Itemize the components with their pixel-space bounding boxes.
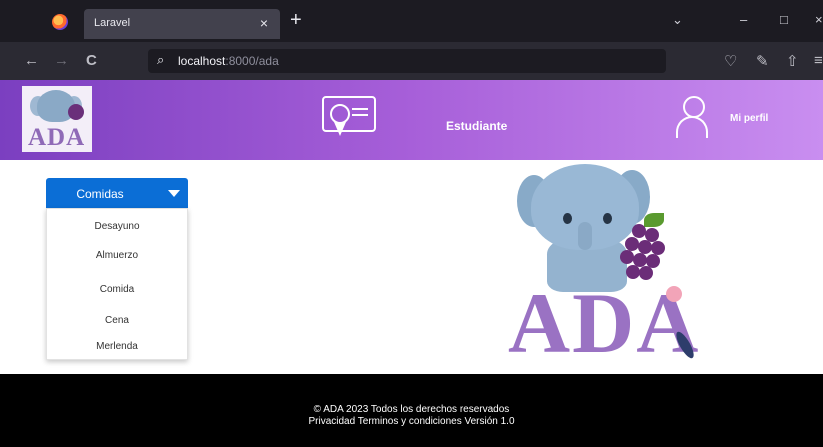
search-icon: ⌕ [157, 52, 165, 67]
tab-title: Laravel [94, 17, 131, 29]
grape [620, 250, 634, 264]
grape-leaf [644, 213, 664, 227]
dropdown-label: Comidas [76, 187, 124, 201]
menu-item-cena[interactable]: Cena [47, 315, 187, 326]
footer-copyright: © ADA 2023 Todos los derechos reservados [313, 404, 510, 415]
firefox-logo-icon [52, 14, 68, 30]
url-bar[interactable]: ⌕ localhost:8000/ada [148, 49, 666, 73]
minimize-icon[interactable]: – [740, 12, 747, 27]
tab-close-icon[interactable]: × [260, 15, 268, 31]
certificate-seal [330, 104, 350, 124]
grape [638, 240, 652, 254]
close-window-icon[interactable]: × [815, 12, 823, 27]
maximize-icon[interactable]: □ [780, 12, 788, 27]
certificate-line [352, 108, 368, 110]
tools-icon[interactable]: ✎ [756, 52, 769, 70]
user-head-icon[interactable] [683, 96, 705, 118]
menu-item-merlenda[interactable]: Merlenda [47, 341, 187, 352]
mi-perfil-link[interactable]: Mi perfil [730, 113, 768, 124]
menu-item-comida[interactable]: Comida [47, 284, 187, 295]
new-tab-icon[interactable]: + [290, 9, 302, 32]
tab-list-icon[interactable]: ⌄ [672, 12, 683, 28]
elephant-trunk [578, 222, 592, 250]
logo-grape-icon [68, 104, 84, 120]
pocket-icon[interactable]: ♡ [724, 52, 737, 70]
browser-tabstrip: Laravel × + ⌄ – □ × [0, 0, 823, 42]
menu-item-almuerzo[interactable]: Almuerzo [47, 250, 187, 261]
grape [625, 237, 639, 251]
logo-text: ADA [28, 124, 86, 151]
grape [651, 241, 665, 255]
caret-down-icon [168, 190, 180, 197]
comidas-dropdown-menu: Desayuno Almuerzo Comida Cena Merlenda [46, 208, 188, 360]
url-text: localhost:8000/ada [178, 54, 279, 68]
menu-icon[interactable]: ≡ [814, 52, 823, 69]
share-icon[interactable]: ⇧ [786, 52, 799, 70]
reload-icon[interactable]: C [86, 52, 97, 69]
browser-tab[interactable]: Laravel × [84, 9, 280, 39]
certificate-ribbon [334, 122, 346, 136]
back-icon[interactable]: ← [24, 52, 39, 69]
comidas-dropdown-button[interactable]: Comidas [46, 178, 188, 208]
site-footer: © ADA 2023 Todos los derechos reservados… [0, 374, 823, 447]
flower-icon [666, 286, 682, 302]
certificate-line [352, 114, 368, 116]
menu-item-desayuno[interactable]: Desayuno [47, 221, 187, 232]
footer-links[interactable]: Privacidad Terminos y condiciones Versió… [0, 416, 823, 427]
elephant-eye-left [563, 213, 572, 224]
forward-icon[interactable]: → [54, 52, 69, 69]
certificate-icon[interactable] [322, 96, 376, 136]
elephant-eye-right [603, 213, 612, 224]
estudiante-link[interactable]: Estudiante [446, 119, 507, 133]
grape [632, 224, 646, 238]
browser-navbar: ← → C ⌕ localhost:8000/ada ♡ ✎ ⇧ ≡ [0, 42, 823, 80]
site-logo[interactable]: ADA [22, 86, 92, 152]
